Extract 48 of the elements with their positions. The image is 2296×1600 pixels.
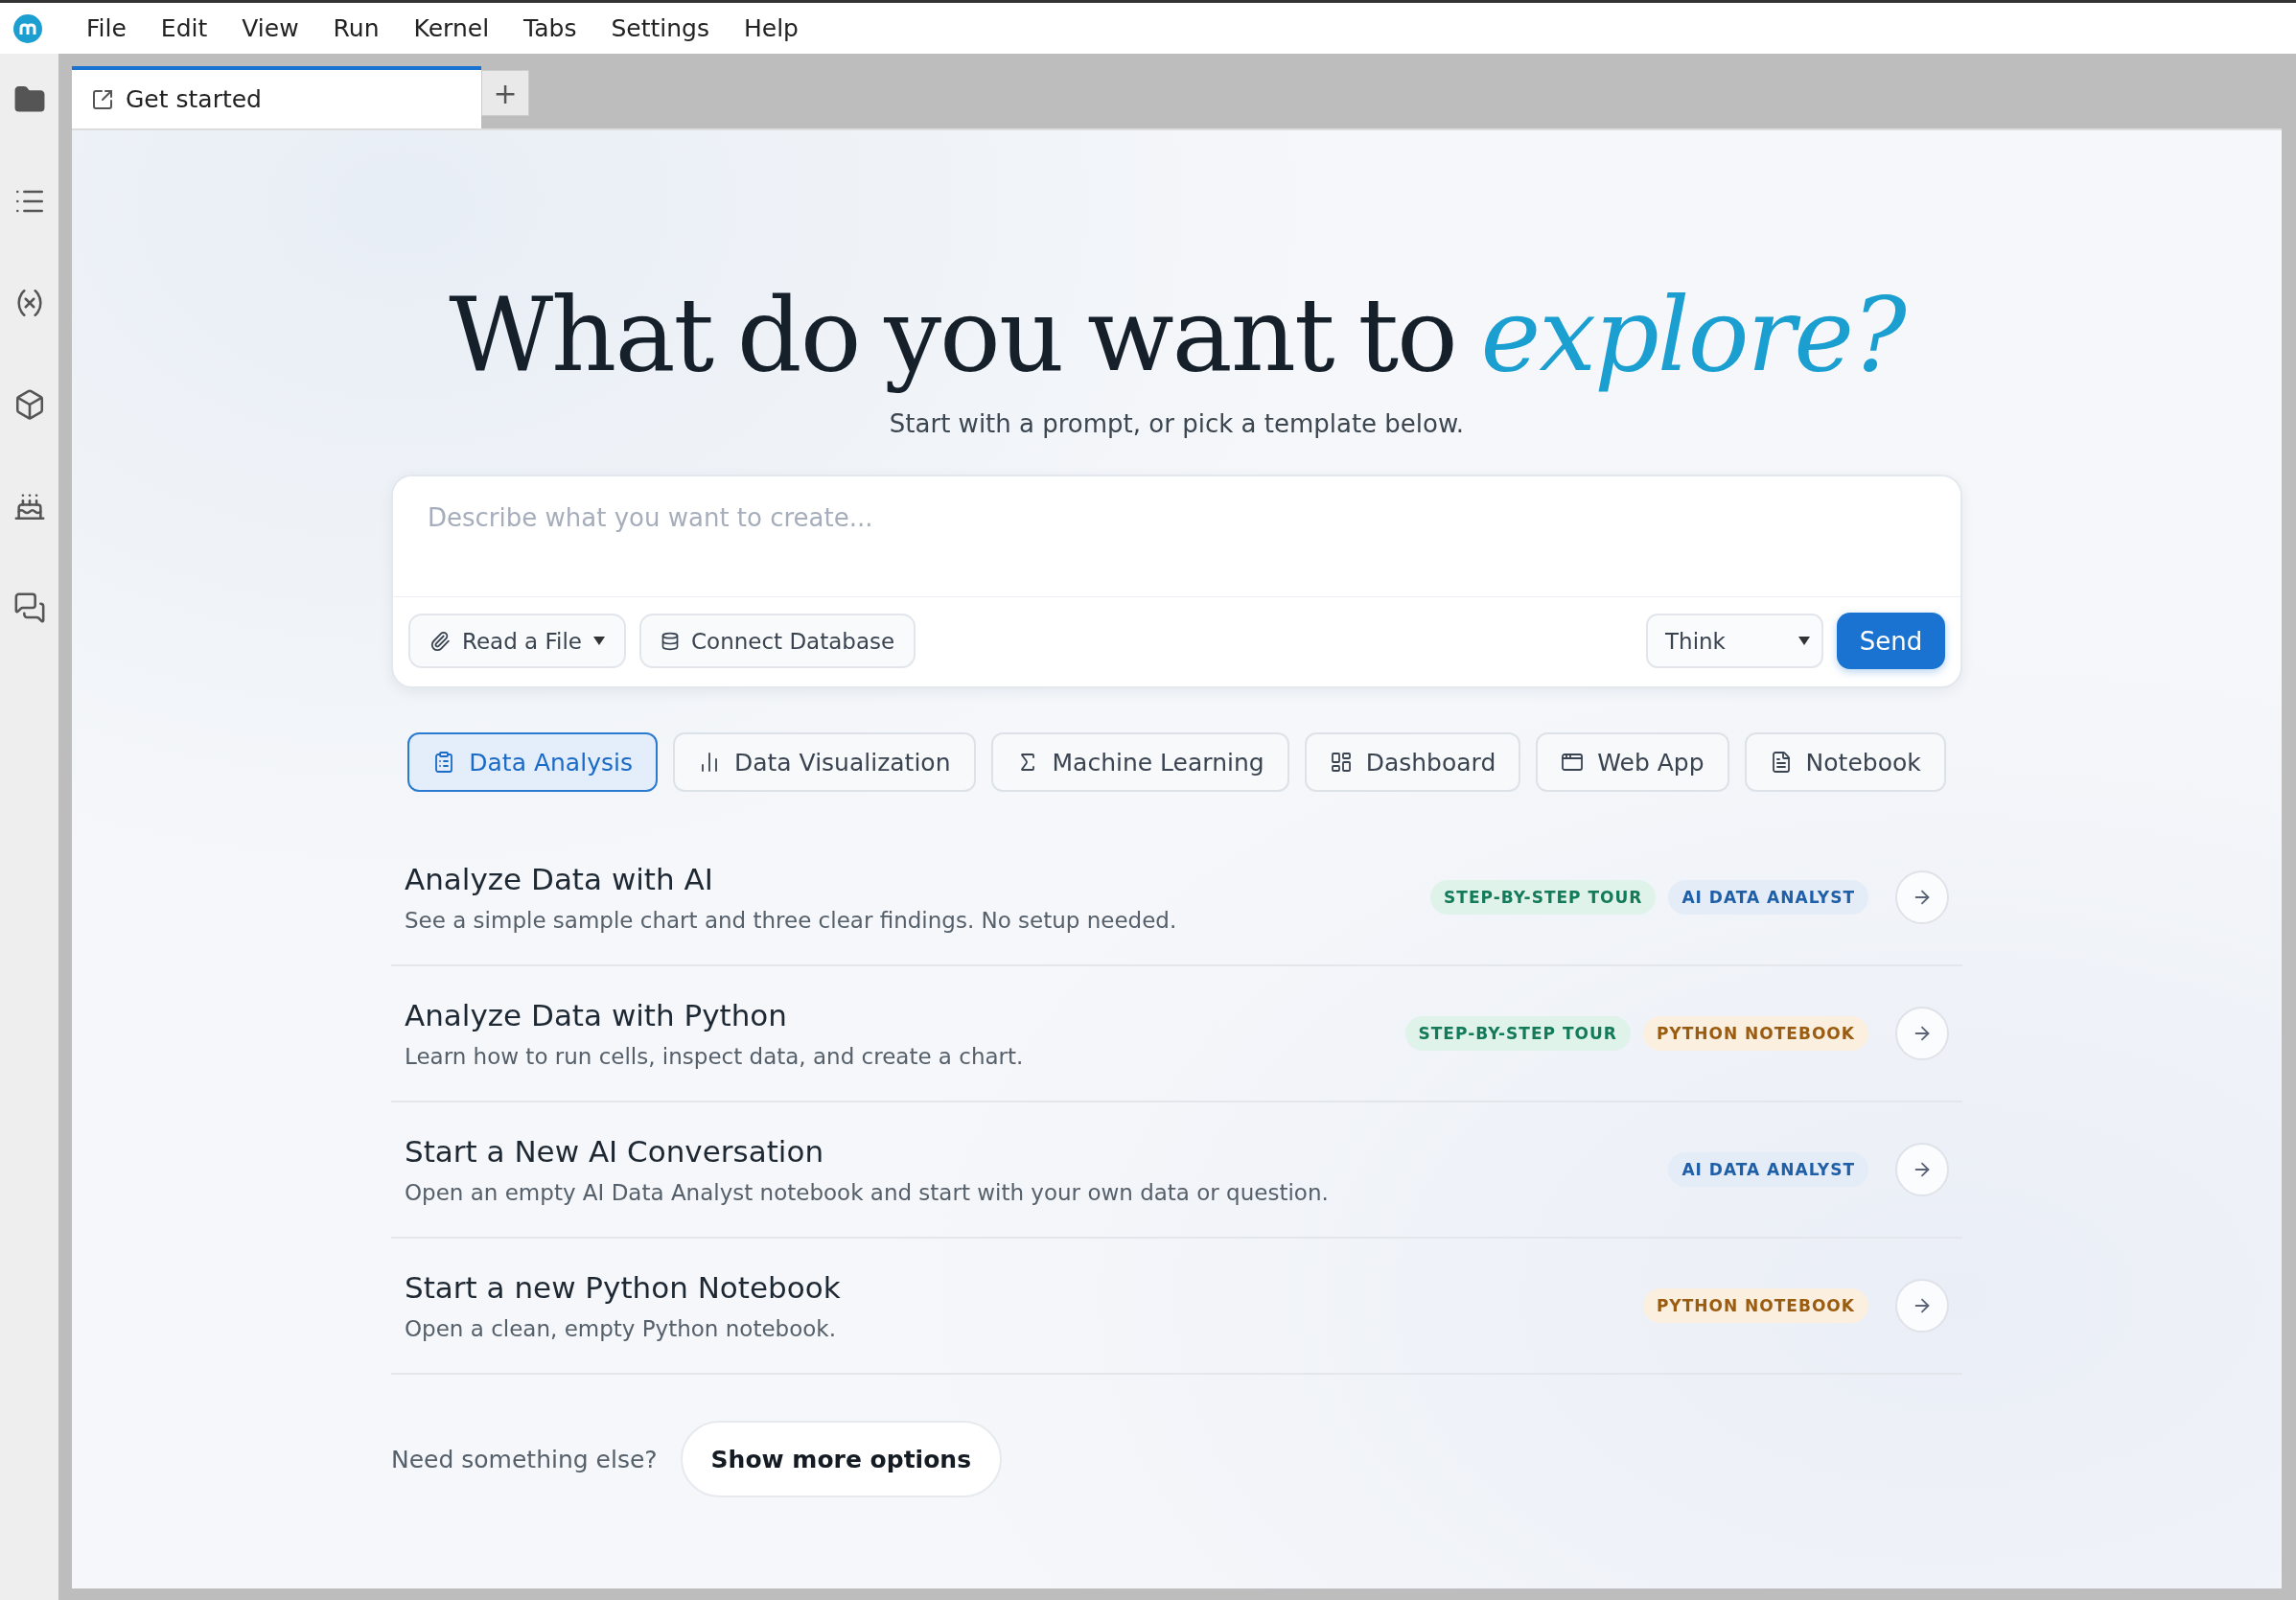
app-logo[interactable] [13, 13, 42, 43]
menu-item[interactable]: Run [315, 14, 397, 42]
caret-icon [593, 636, 605, 646]
menu-item[interactable]: Settings [593, 14, 727, 42]
category-tab[interactable]: Machine Learning [990, 732, 1289, 793]
template-tag: STEP-BY-STEP TOUR [1430, 880, 1657, 916]
category-tab[interactable]: Data Visualization [672, 732, 976, 793]
subtitle: Start with a prompt, or pick a template below. [889, 409, 1465, 439]
category-tab[interactable]: Notebook [1744, 732, 1946, 793]
tab-label: Get started [126, 85, 262, 113]
launch-icon [91, 87, 114, 111]
menu-item[interactable]: View [224, 14, 316, 42]
category-tab[interactable]: Data Analysis [407, 732, 658, 793]
send-button[interactable]: Send [1837, 613, 1945, 670]
template-tag: AI DATA ANALYST [1668, 1152, 1868, 1188]
category-tab[interactable]: Web App [1536, 732, 1729, 793]
mode-select[interactable]: Think [1646, 614, 1823, 669]
template-tag: AI DATA ANALYST [1668, 880, 1868, 916]
read-file-button[interactable]: Read a File [408, 614, 626, 669]
connect-database-button[interactable]: Connect Database [639, 614, 916, 669]
grid-icon [1329, 751, 1353, 775]
menu-item[interactable]: Kernel [396, 14, 507, 42]
paperclip-icon [429, 630, 451, 652]
new-tab-button[interactable]: + [481, 70, 529, 116]
document-tab[interactable]: Get started [72, 66, 481, 128]
template-tag: STEP-BY-STEP TOUR [1404, 1016, 1631, 1052]
template-description: Open a clean, empty Python notebook. [405, 1316, 837, 1342]
template-description: See a simple sample chart and three clear findings. No setup needed. [405, 908, 1178, 934]
category-tab[interactable]: Dashboard [1304, 732, 1521, 793]
menu-item[interactable]: Tabs [506, 14, 594, 42]
menu-item[interactable]: Edit [143, 14, 225, 42]
page-heading: What do you want to explore? [449, 275, 1905, 396]
menu-item[interactable]: File [69, 14, 144, 42]
template-tag: PYTHON NOTEBOOK [1642, 1288, 1868, 1324]
template-tag: PYTHON NOTEBOOK [1642, 1016, 1868, 1052]
template-title: Start a New AI Conversation [405, 1134, 825, 1170]
caret-icon [1798, 636, 1810, 646]
prompt-input[interactable]: Describe what you want to create... [393, 476, 1960, 598]
template-description: Learn how to run cells, inspect data, and create a chart. [405, 1044, 1025, 1070]
database-icon [661, 631, 680, 651]
template-title: Analyze Data with AI [405, 862, 714, 897]
menu-item[interactable]: Help [727, 14, 816, 42]
prompt-box[interactable]: Describe what you want to create... Read a File Connect Database Think Send [391, 475, 1962, 689]
template-title: Start a new Python Notebook [405, 1270, 842, 1306]
template-description: Open an empty AI Data Analyst notebook and start with your own data or question. [405, 1180, 1330, 1206]
footer-prompt: Need something else? [391, 1445, 658, 1473]
show-more-button[interactable]: Show more options [680, 1421, 1003, 1498]
template-title: Analyze Data with Python [405, 998, 788, 1033]
